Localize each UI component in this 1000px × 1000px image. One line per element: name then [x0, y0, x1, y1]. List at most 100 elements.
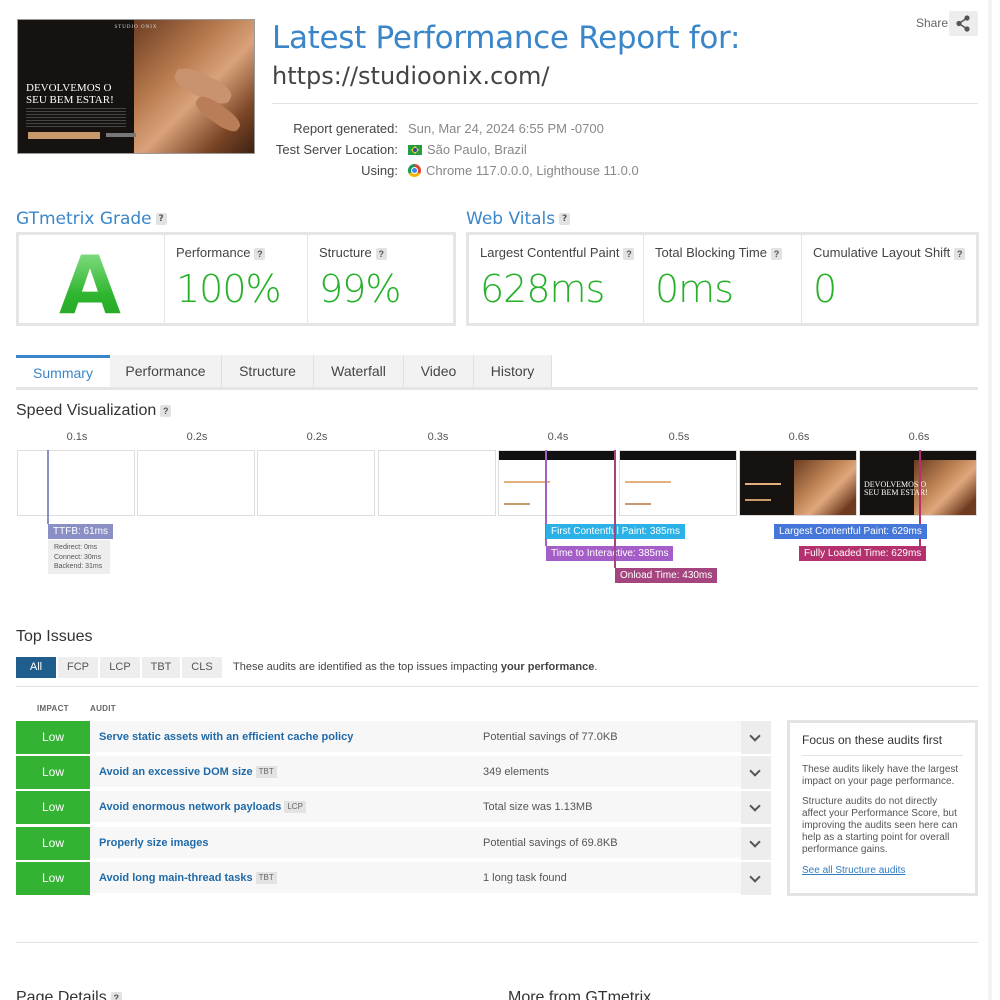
frame-time-label: 0.3s: [427, 431, 449, 443]
tab-summary[interactable]: Summary: [16, 355, 110, 387]
grade-letter-cell: A: [19, 235, 165, 332]
tbt-label-text: Total Blocking Time: [655, 245, 767, 260]
tbt-label: Total Blocking Time?: [655, 245, 782, 260]
scrollbar[interactable]: [988, 0, 992, 1000]
chevron-down-icon[interactable]: [741, 827, 771, 860]
impact-badge: Low: [16, 721, 90, 754]
chevron-down-icon[interactable]: [741, 721, 771, 754]
tab-structure[interactable]: Structure: [222, 355, 314, 387]
lcp-label-text: Largest Contentful Paint: [480, 245, 620, 260]
report-url[interactable]: https://studioonix.com/: [272, 62, 549, 90]
lcp-cell: Largest Contentful Paint? 628ms: [469, 235, 644, 323]
filter-fcp[interactable]: FCP: [58, 657, 98, 678]
help-icon[interactable]: ?: [155, 213, 167, 225]
frame-content-bar: [625, 503, 651, 505]
help-icon[interactable]: ?: [160, 404, 172, 417]
column-header-audit: AUDIT: [90, 704, 116, 713]
tbt-cell: Total Blocking Time? 0ms: [644, 235, 802, 323]
filter-lcp[interactable]: LCP: [100, 657, 140, 678]
grade-letter: A: [59, 239, 121, 332]
chevron-down-icon[interactable]: [741, 862, 771, 895]
chevron-down-icon[interactable]: [741, 756, 771, 789]
web-vitals-title-text: Web Vitals: [466, 209, 556, 229]
ttfb-marker: TTFB: 61ms: [48, 524, 114, 539]
audit-row[interactable]: Low Avoid an excessive DOM size TBT 349 e…: [16, 756, 771, 789]
audit-row[interactable]: Low Avoid long main-thread tasks TBT 1 lo…: [16, 862, 771, 895]
thumbnail-headline: DEVOLVEMOS O SEU BEM ESTAR!: [26, 82, 114, 106]
help-icon[interactable]: ?: [375, 247, 387, 260]
tab-waterfall[interactable]: Waterfall: [314, 355, 404, 387]
help-icon[interactable]: ?: [623, 247, 635, 260]
tti-marker: Time to Interactive: 385ms: [546, 546, 674, 561]
filmstrip-frame[interactable]: [498, 450, 616, 516]
focus-heading: Focus on these audits first: [802, 733, 963, 756]
impact-badge: Low: [16, 756, 90, 789]
frame-time-label: 0.6s: [788, 431, 810, 443]
gtmetrix-grade-title-text: GTmetrix Grade: [16, 209, 152, 229]
audit-name[interactable]: Avoid long main-thread tasks TBT: [99, 862, 277, 895]
brazil-flag-icon: [408, 145, 422, 155]
focus-audits-box: Focus on these audits first These audits…: [787, 720, 978, 896]
filter-all[interactable]: All: [16, 657, 56, 678]
column-header-impact: IMPACT: [37, 704, 69, 713]
ttfb-connect: Connect: 30ms: [54, 553, 102, 561]
share-button[interactable]: [949, 11, 978, 36]
audit-row[interactable]: Low Properly size images Potential savin…: [16, 827, 771, 860]
lcp-label: Largest Contentful Paint?: [480, 245, 635, 260]
audit-row[interactable]: Low Serve static assets with an efficien…: [16, 721, 771, 754]
filmstrip-frame[interactable]: DEVOLVEMOS O SEU BEM ESTAR!: [859, 450, 977, 516]
audit-name[interactable]: Avoid an excessive DOM size TBT: [99, 756, 277, 789]
frame-time-label: 0.2s: [186, 431, 208, 443]
help-icon[interactable]: ?: [559, 213, 571, 225]
more-from-gtmetrix-title: More from GTmetrix: [508, 989, 652, 1000]
audit-row[interactable]: Low Avoid enormous network payloads LCP T…: [16, 791, 771, 824]
audit-name-text: Properly size images: [99, 837, 209, 849]
ttfb-breakdown: Redirect: 0ms Connect: 30ms Backend: 31m…: [48, 540, 110, 574]
audit-name-text: Serve static assets with an efficient ca…: [99, 731, 354, 743]
structure-label: Structure?: [319, 245, 387, 260]
structure-label-text: Structure: [319, 245, 372, 260]
meta-label-location: Test Server Location:: [275, 142, 398, 157]
header-divider: [272, 103, 978, 104]
impact-badge: Low: [16, 862, 90, 895]
help-icon[interactable]: ?: [110, 991, 122, 1000]
filmstrip-frame[interactable]: [17, 450, 135, 516]
help-icon[interactable]: ?: [254, 247, 266, 260]
filmstrip-frame[interactable]: [378, 450, 496, 516]
help-icon[interactable]: ?: [771, 247, 782, 260]
top-issues-divider: [16, 686, 978, 687]
filmstrip-frame[interactable]: [137, 450, 255, 516]
frame-photo: [794, 460, 856, 515]
filmstrip-frame[interactable]: [257, 450, 375, 516]
audit-name[interactable]: Properly size images: [99, 827, 208, 860]
speed-visualization-title: Speed Visualization?: [16, 402, 172, 420]
top-issues-title: Top Issues: [16, 628, 93, 645]
frame-topbar: [620, 451, 736, 460]
filter-tbt[interactable]: TBT: [142, 657, 180, 678]
filmstrip-frame[interactable]: [739, 450, 857, 516]
see-all-structure-audits-link[interactable]: See all Structure audits: [802, 865, 963, 876]
audit-tag: TBT: [255, 766, 277, 778]
performance-score-cell: Performance? 100%: [165, 235, 308, 323]
audit-tag: TBT: [255, 872, 277, 884]
chrome-icon: [408, 164, 421, 177]
tab-performance[interactable]: Performance: [110, 355, 222, 387]
help-icon[interactable]: ?: [954, 247, 966, 260]
page-screenshot-thumbnail: STUDIO ONIX DEVOLVEMOS O SEU BEM ESTAR!: [17, 19, 255, 154]
thumbnail-headline-line2: SEU BEM ESTAR!: [26, 94, 114, 106]
chevron-down-icon[interactable]: [741, 791, 771, 824]
audit-name[interactable]: Avoid enormous network payloads LCP: [99, 791, 306, 824]
filter-cls[interactable]: CLS: [182, 657, 222, 678]
audit-savings: 1 long task found: [483, 872, 567, 884]
audit-name-text: Avoid long main-thread tasks: [99, 872, 253, 884]
audit-name[interactable]: Serve static assets with an efficient ca…: [99, 721, 353, 754]
meta-using-text: Chrome 117.0.0.0, Lighthouse 11.0.0: [426, 163, 639, 178]
tab-history[interactable]: History: [474, 355, 552, 387]
onload-marker: Onload Time: 430ms: [615, 568, 718, 583]
tab-video[interactable]: Video: [404, 355, 474, 387]
impact-badge: Low: [16, 791, 90, 824]
frame-content-bar: [504, 503, 530, 505]
thumbnail-paragraph: [26, 108, 126, 128]
filmstrip-frame[interactable]: [619, 450, 737, 516]
lcp-marker: Largest Contentful Paint: 629ms: [774, 524, 927, 539]
